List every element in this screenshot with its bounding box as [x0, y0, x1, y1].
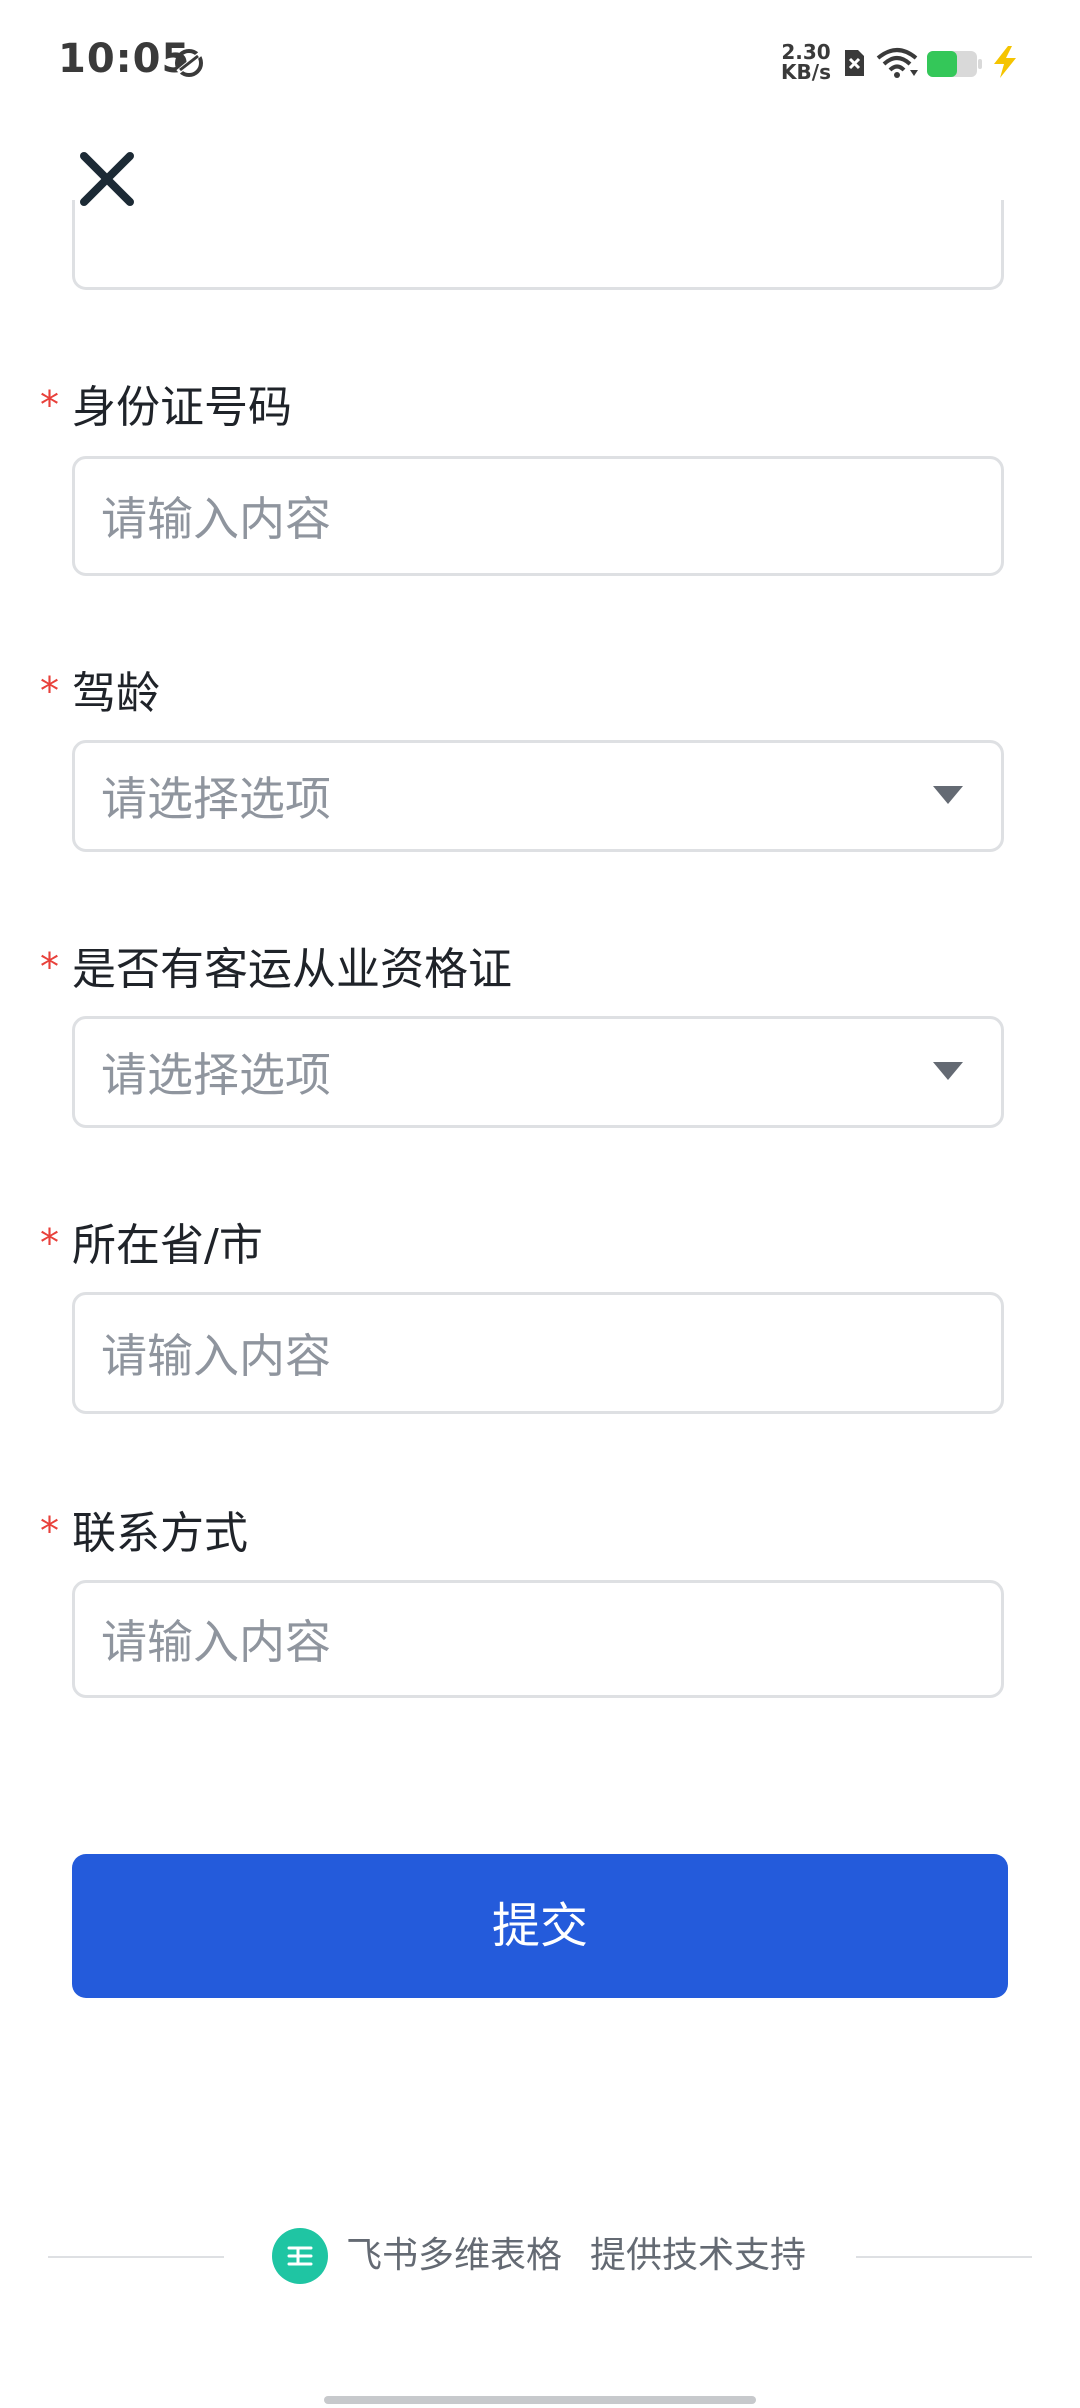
field-label-contact: * 联系方式 [40, 1506, 248, 1562]
required-mark: * [40, 1221, 59, 1265]
net-speed: 2.30 KB/s [780, 42, 832, 82]
home-indicator[interactable] [324, 2396, 756, 2404]
id-number-input[interactable]: 请输入内容 [72, 456, 1004, 576]
province-city-input[interactable]: 请输入内容 [72, 1292, 1004, 1414]
footer-divider-left [48, 2256, 224, 2258]
field-label-id-number: * 身份证号码 [40, 380, 292, 436]
required-mark: * [40, 383, 59, 427]
caret-down-icon [933, 1062, 963, 1080]
select-placeholder: 请选择选项 [101, 1048, 331, 1102]
net-speed-value: 2.30 [781, 40, 831, 64]
input-placeholder: 请输入内容 [101, 1615, 331, 1669]
bitable-logo-icon [272, 2228, 328, 2284]
field-label-text: 驾龄 [72, 668, 160, 719]
field-label-text: 所在省/市 [72, 1220, 263, 1271]
battery-icon [927, 51, 982, 77]
previous-field-input[interactable] [72, 200, 1004, 290]
footer-support-text: 提供技术支持 [590, 2235, 807, 2276]
sim-icon [845, 50, 864, 76]
driving-years-select[interactable]: 请选择选项 [72, 740, 1004, 852]
status-time: 10:05 [58, 36, 191, 82]
required-mark: * [40, 945, 59, 989]
wifi-icon [876, 48, 918, 78]
form-screen: 10:05 2.30 KB/s * 身份证号码 请输入内容 * 驾龄 请选择选项… [0, 0, 1080, 2408]
charge-icon [994, 46, 1016, 78]
input-placeholder: 请输入内容 [101, 492, 331, 546]
contact-input[interactable]: 请输入内容 [72, 1580, 1004, 1698]
field-label-text: 身份证号码 [72, 382, 292, 433]
required-mark: * [40, 669, 59, 713]
field-label-province-city: * 所在省/市 [40, 1218, 263, 1274]
required-mark: * [40, 1509, 59, 1553]
input-placeholder: 请输入内容 [101, 1329, 331, 1383]
field-label-qualification: * 是否有客运从业资格证 [40, 942, 512, 998]
submit-button[interactable]: 提交 [72, 1854, 1008, 1998]
status-bar: 10:05 2.30 KB/s [0, 0, 1080, 130]
net-speed-unit: KB/s [781, 60, 831, 84]
sync-icon [175, 49, 203, 77]
field-label-driving-years: * 驾龄 [40, 666, 160, 722]
footer-divider-right [856, 2256, 1032, 2258]
footer-brand: 飞书多维表格 [346, 2235, 563, 2276]
field-label-text: 是否有客运从业资格证 [72, 944, 512, 995]
select-placeholder: 请选择选项 [101, 772, 331, 826]
field-label-text: 联系方式 [72, 1508, 248, 1559]
qualification-select[interactable]: 请选择选项 [72, 1016, 1004, 1128]
caret-down-icon [933, 786, 963, 804]
